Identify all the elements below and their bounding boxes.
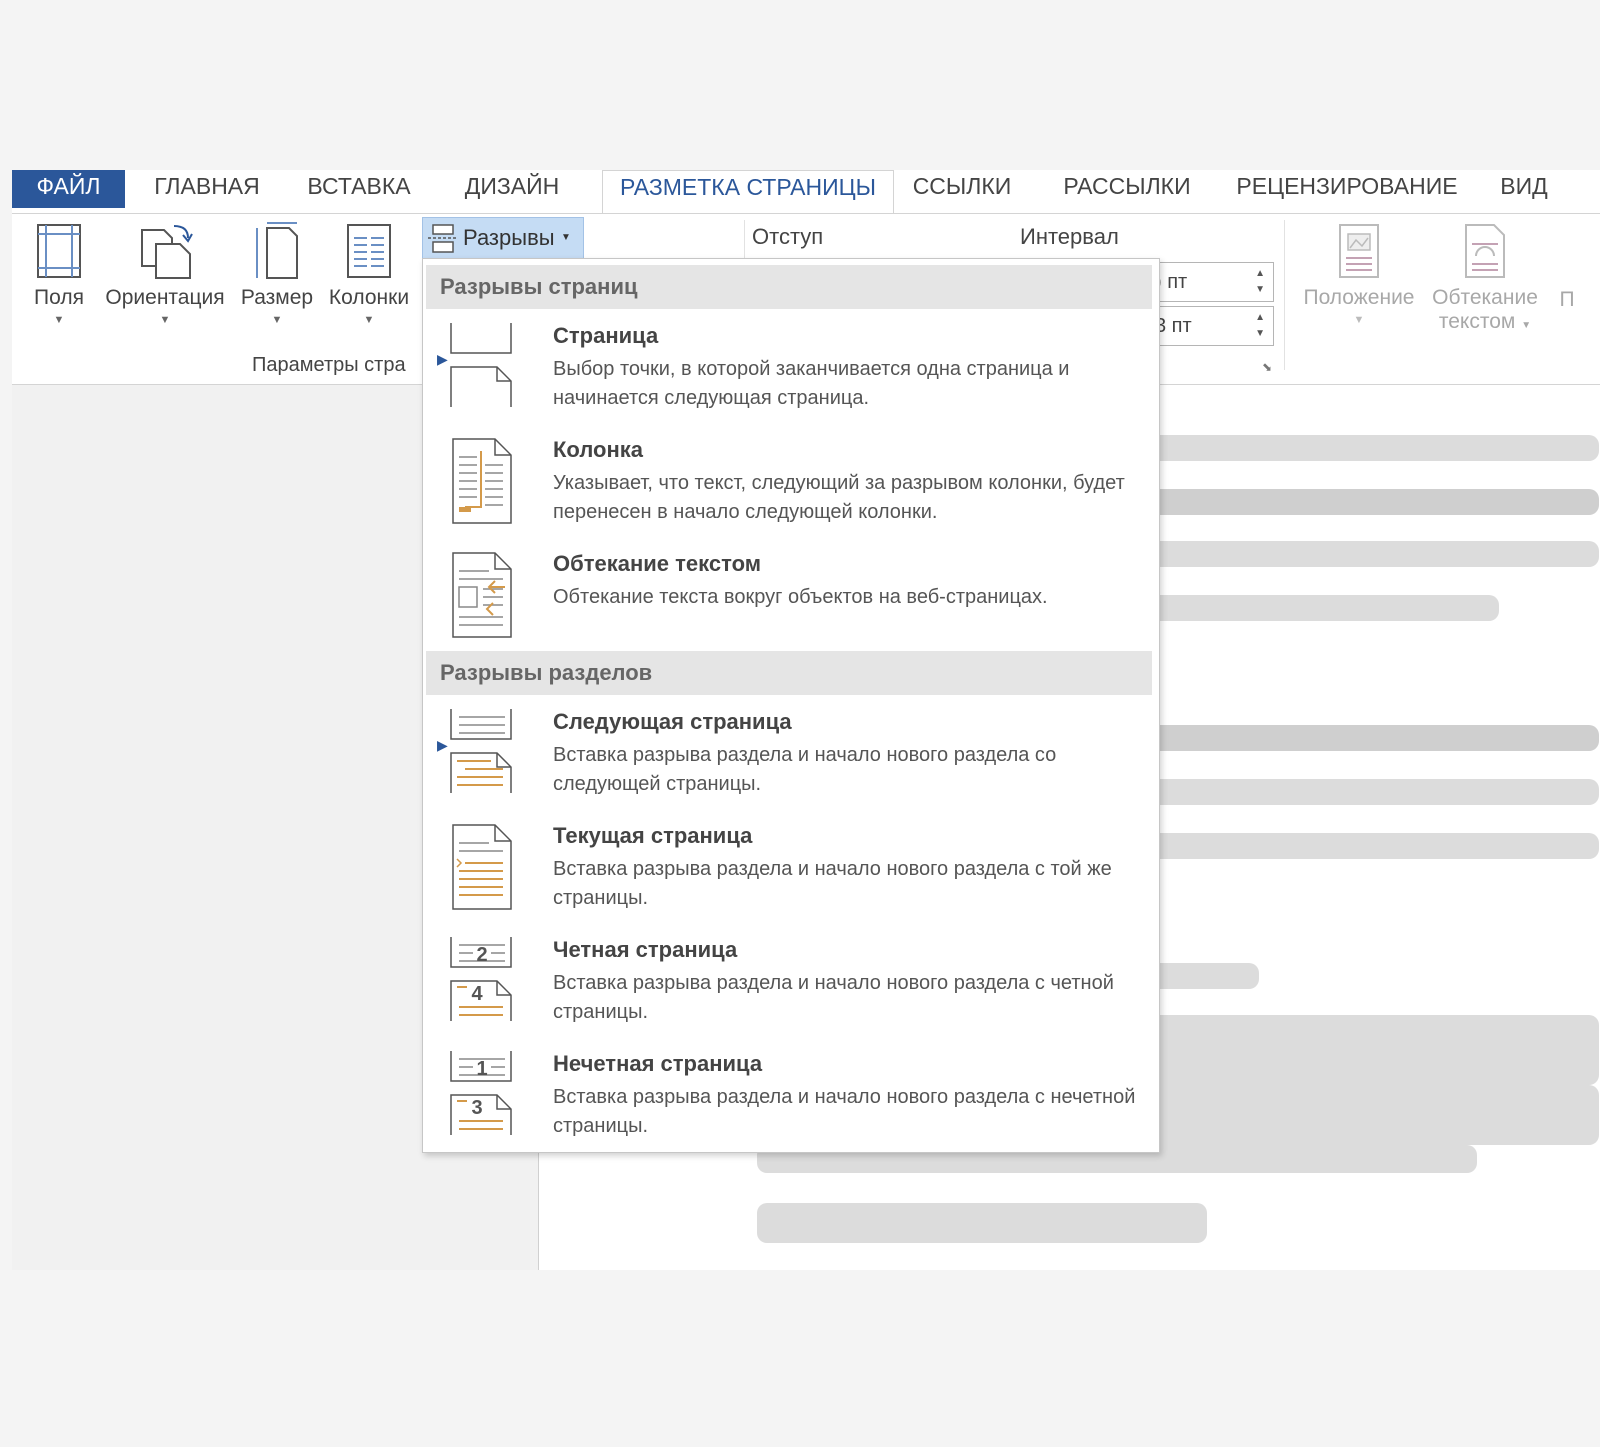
blurred-text (1139, 1015, 1599, 1085)
continuous-section-break-item[interactable]: Текущая страница Вставка разрыва раздела… (423, 823, 1159, 933)
blurred-text (1139, 595, 1499, 621)
tab-view[interactable]: ВИД (1494, 170, 1554, 213)
wrap-text-button[interactable]: Обтекание текстом ▼ (1426, 222, 1544, 334)
margins-icon (37, 224, 81, 278)
page-setup-group-label: Параметры стра (252, 354, 406, 376)
blurred-text (1139, 435, 1599, 461)
tab-insert[interactable]: ВСТАВКА (304, 170, 414, 213)
blurred-text (1139, 779, 1599, 805)
spin-up-icon[interactable]: ▲ (1255, 268, 1265, 280)
text-wrapping-break-description: Обтекание текста вокруг объектов на веб-… (553, 586, 1048, 608)
page-break-description: Выбор точки, в которой заканчивается одн… (553, 358, 1070, 409)
indent-label: Отступ (752, 224, 824, 249)
ribbon-tabs: ФАЙЛ ГЛАВНАЯ ВСТАВКА ДИЗАЙН РАЗМЕТКА СТР… (12, 170, 1600, 215)
position-icon (1339, 224, 1379, 278)
columns-icon (347, 224, 391, 278)
spin-down-icon[interactable]: ▼ (1255, 284, 1265, 296)
chevron-down-icon: ▼ (1353, 314, 1365, 326)
next-page-description: Вставка разрыва раздела и начало нового … (553, 744, 1057, 795)
spacing-after-value: 3 пт (1155, 315, 1192, 337)
even-page-section-break-item[interactable]: 2 4 Четная страница Вставка разрыва разд… (423, 937, 1159, 1047)
tab-mailings[interactable]: РАССЫЛКИ (1057, 170, 1197, 213)
text-wrapping-break-title: Обтекание текстом (553, 551, 761, 576)
wrap-text-label-1: Обтекание (1432, 286, 1538, 309)
spin-down-icon[interactable]: ▼ (1255, 328, 1265, 340)
continuous-section-break-icon (452, 824, 512, 910)
breaks-icon (428, 224, 456, 253)
chevron-down-icon: ▼ (363, 314, 375, 326)
next-page-title: Следующая страница (553, 709, 792, 734)
spin-up-icon[interactable]: ▲ (1255, 312, 1265, 324)
tab-review[interactable]: РЕЦЕНЗИРОВАНИЕ (1232, 170, 1462, 213)
margins-button[interactable]: Поля ▼ (26, 222, 92, 326)
size-label: Размер (240, 286, 314, 309)
odd-page-description: Вставка разрыва раздела и начало нового … (553, 1086, 1136, 1137)
column-break-icon (452, 438, 512, 524)
page-break-title: Страница (553, 323, 659, 348)
column-break-title: Колонка (553, 437, 643, 462)
column-break-description: Указывает, что текст, следующий за разры… (553, 472, 1125, 523)
even-page-section-break-icon: 2 4 (450, 937, 512, 1021)
blurred-text (1139, 489, 1599, 515)
chevron-down-icon: ▼ (53, 314, 65, 326)
odd-page-title: Нечетная страница (553, 1051, 763, 1076)
dialog-launcher-icon[interactable]: ⬊ (1262, 360, 1272, 374)
group-divider (1284, 220, 1285, 370)
next-page-section-break-item[interactable]: ▶ Следующая страница Вставка разрыва раз… (423, 709, 1159, 819)
text-wrapping-break-item[interactable]: Обтекание текстом Обтекание текста вокру… (423, 551, 1159, 661)
blurred-text (757, 1203, 1207, 1243)
spacing-before-field[interactable]: ) пт ▲ ▼ (1142, 262, 1274, 302)
wrap-text-label-2: текстом ▼ (1438, 310, 1532, 333)
odd-page-section-break-item[interactable]: 1 3 Нечетная страница Вставка разрыва ра… (423, 1051, 1159, 1152)
truncated-ribbon-button[interactable]: П (1552, 288, 1582, 312)
continuous-title: Текущая страница (553, 823, 753, 848)
even-page-description: Вставка разрыва раздела и начало нового … (553, 972, 1114, 1023)
spacing-after-field[interactable]: 3 пт ▲ ▼ (1142, 306, 1274, 346)
tab-file[interactable]: ФАЙЛ (12, 170, 125, 208)
position-label: Положение (1303, 286, 1415, 309)
even-page-title: Четная страница (553, 937, 738, 962)
breaks-label: Разрывы (463, 225, 555, 250)
column-break-item[interactable]: Колонка Указывает, что текст, следующий … (423, 437, 1159, 547)
blurred-text (1139, 1085, 1599, 1145)
even-top-number: 2 (476, 944, 487, 966)
orientation-button[interactable]: Ориентация ▼ (100, 222, 230, 326)
orientation-icon (141, 225, 193, 279)
columns-label: Колонки (328, 286, 410, 309)
margins-label: Поля (34, 286, 84, 309)
tab-design[interactable]: ДИЗАЙН (457, 170, 567, 213)
breaks-button[interactable]: Разрывы ▼ (422, 217, 584, 259)
orientation-label: Ориентация (105, 286, 225, 309)
odd-page-section-break-icon: 1 3 (450, 1051, 512, 1135)
wrap-text-icon (1465, 224, 1505, 278)
spacing-label: Интервал (1020, 224, 1119, 249)
truncated-ribbon-label: П (1559, 288, 1575, 311)
tab-page-layout[interactable]: РАЗМЕТКА СТРАНИЦЫ (602, 170, 894, 215)
odd-bottom-number: 3 (471, 1097, 482, 1119)
blurred-text (1139, 725, 1599, 751)
page-break-item[interactable]: ▶ Страница Выбор точки, в которой заканч… (423, 323, 1159, 433)
section-breaks-header: Разрывы разделов (426, 651, 1152, 695)
even-bottom-number: 4 (471, 983, 483, 1005)
tab-home[interactable]: ГЛАВНАЯ (152, 170, 262, 213)
chevron-down-icon: ▼ (159, 314, 171, 326)
chevron-down-icon: ▼ (271, 314, 283, 326)
odd-top-number: 1 (476, 1058, 487, 1080)
columns-button[interactable]: Колонки ▼ (322, 222, 416, 326)
chevron-down-icon: ▼ (561, 232, 571, 243)
page-break-icon (450, 323, 512, 407)
blurred-text (1139, 541, 1599, 567)
breaks-dropdown-menu: Разрывы страниц ▶ Страница Выбор точки, … (422, 258, 1160, 1153)
size-button[interactable]: Размер ▼ (238, 222, 316, 326)
position-button[interactable]: Положение ▼ (1294, 222, 1424, 326)
page-size-icon (256, 222, 298, 279)
text-wrapping-break-icon (452, 552, 512, 638)
page-breaks-header: Разрывы страниц (426, 265, 1152, 309)
tab-references[interactable]: ССЫЛКИ (907, 170, 1017, 213)
continuous-description: Вставка разрыва раздела и начало нового … (553, 858, 1112, 909)
blurred-text (1139, 833, 1599, 859)
next-page-section-break-icon (450, 709, 512, 793)
